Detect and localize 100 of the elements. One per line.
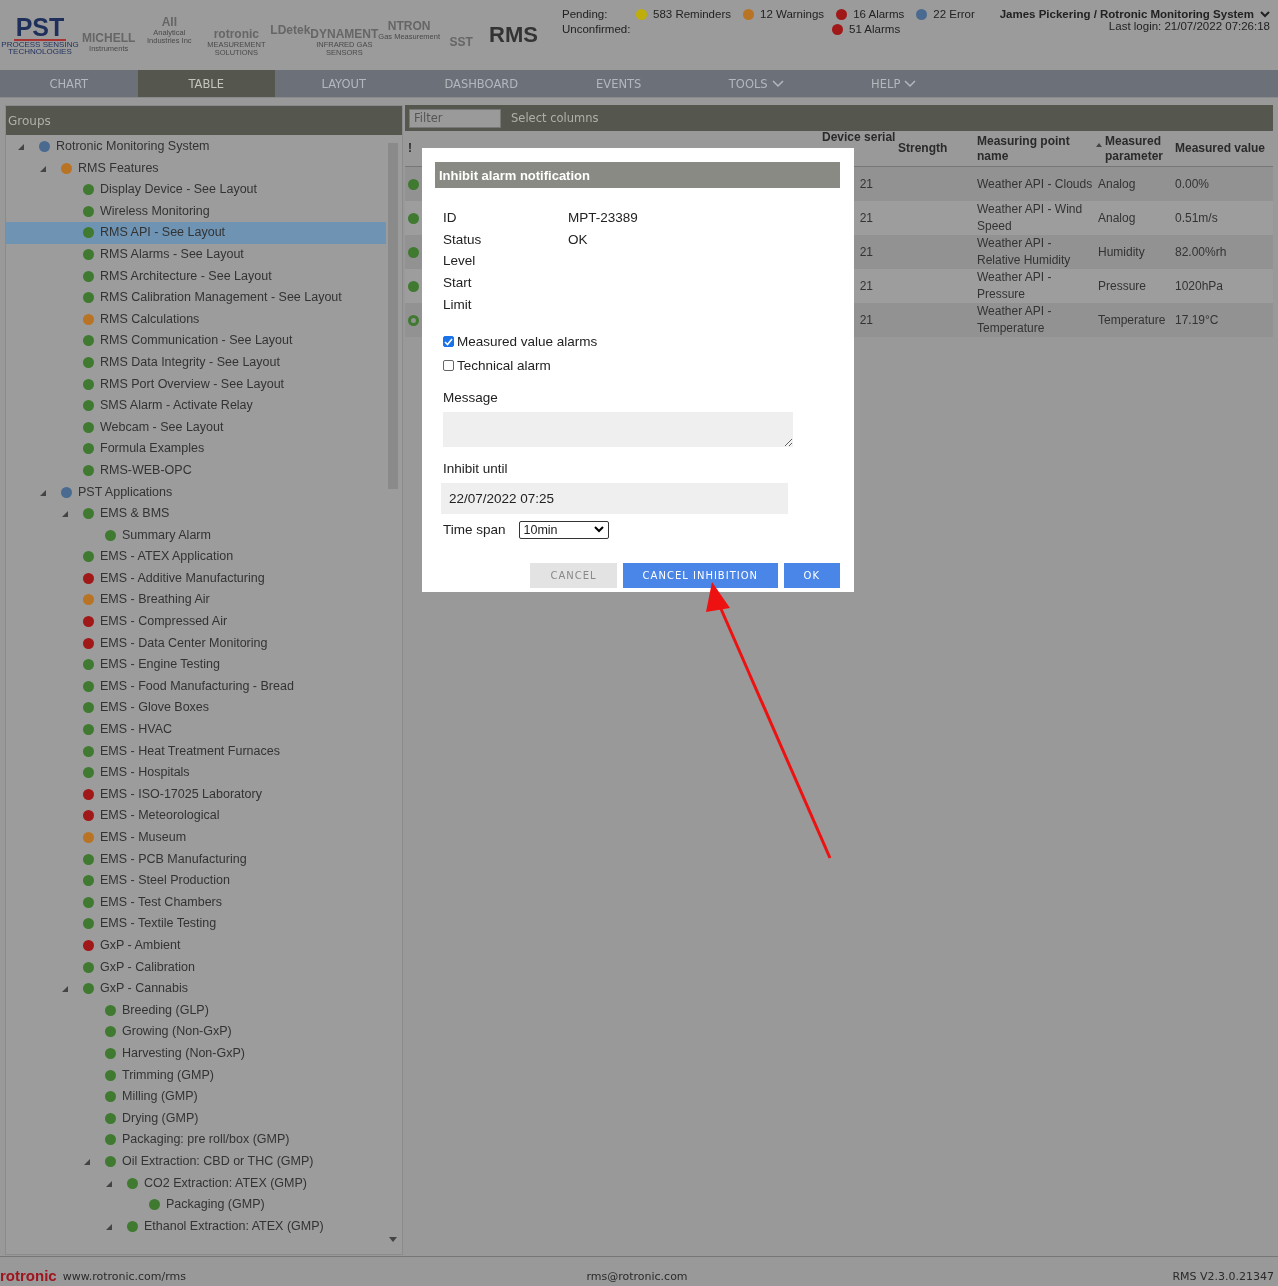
tree-item[interactable]: RMS Architecture - See Layout (6, 265, 386, 288)
status-count[interactable]: 16 Alarms (853, 8, 905, 20)
website-link[interactable]: www.rotronic.com/rms (62, 1270, 187, 1283)
expanded-icon[interactable] (105, 1222, 113, 1231)
checkbox[interactable] (443, 336, 454, 347)
tree-item[interactable]: EMS - Engine Testing (6, 654, 386, 676)
tree-item[interactable]: RMS Communication - See Layout (6, 330, 386, 352)
tree-item[interactable]: EMS - Heat Treatment Furnaces (6, 740, 386, 763)
tree-item[interactable]: EMS - ISO-17025 Laboratory (6, 783, 386, 806)
tree-item[interactable]: Rotronic Monitoring System (6, 136, 386, 158)
expanded-icon[interactable] (61, 510, 69, 519)
tree-item[interactable]: EMS - Hospitals (6, 762, 386, 784)
expanded-icon[interactable] (83, 1157, 91, 1166)
app-title: RMS (489, 22, 538, 48)
status-count[interactable]: 583 Reminders (653, 8, 731, 20)
filter-field[interactable]: Filter (409, 108, 501, 128)
action-button[interactable]: CANCEL INHIBITION (623, 562, 778, 588)
user-name[interactable]: James Pickering / Rotronic Monitoring System (999, 8, 1254, 20)
tree-item[interactable]: EMS - Food Manufacturing - Bread (6, 675, 386, 698)
status-count[interactable]: 22 Error (933, 8, 975, 20)
email-link[interactable]: rms@rotronic.com (586, 1270, 688, 1283)
tree-item[interactable]: RMS Port Overview - See Layout (6, 373, 386, 396)
expanded-icon[interactable] (39, 488, 47, 497)
tree-item[interactable]: Drying (GMP) (6, 1107, 386, 1130)
nav-tab[interactable]: CHART (0, 70, 138, 97)
expanded-icon[interactable] (105, 1179, 113, 1188)
date-field[interactable]: 22/07/2022 07:25 (441, 482, 788, 514)
tree-item[interactable]: CO2 Extraction: ATEX (GMP) (6, 1172, 386, 1195)
tree-item[interactable]: Packaging: pre roll/box (GMP) (6, 1129, 386, 1151)
tree-item[interactable]: EMS & BMS (6, 503, 386, 525)
tree-item[interactable]: Trimming (GMP) (6, 1064, 386, 1087)
column-header[interactable]: Measured value (1172, 141, 1273, 156)
column-header[interactable]: ! (405, 141, 420, 156)
tree-item[interactable]: Webcam - See Layout (6, 416, 386, 439)
scroll-down-icon[interactable] (389, 1237, 397, 1242)
tree-item[interactable]: RMS-WEB-OPC (6, 459, 386, 482)
table-cell-text: Weather API - Relative Humidity (976, 235, 1072, 269)
column-header[interactable]: Strength (895, 141, 974, 156)
tree-item[interactable]: EMS - PCB Manufacturing (6, 848, 386, 871)
field-label: Level (443, 252, 477, 271)
expanded-icon[interactable] (17, 143, 25, 151)
column-header[interactable]: Device serial (820, 131, 895, 143)
field-label: Status (443, 230, 483, 249)
tree-item[interactable]: Milling (GMP) (6, 1086, 386, 1108)
tree-item[interactable]: Wireless Monitoring (6, 200, 386, 223)
tree-item[interactable]: EMS - Data Center Monitoring (6, 632, 386, 655)
tree-item[interactable]: Breeding (GLP) (6, 999, 386, 1022)
column-header[interactable]: Measuring point name (974, 134, 1095, 163)
tree-item[interactable]: Ethanol Extraction: ATEX (GMP) (6, 1215, 386, 1238)
tree-item[interactable]: EMS - Glove Boxes (6, 697, 386, 720)
tree-item[interactable]: RMS API - See Layout (6, 222, 386, 244)
nav-tab[interactable]: LAYOUT (275, 70, 413, 97)
nav-tab[interactable]: TABLE (137, 70, 275, 97)
tree-item[interactable]: Growing (Non-GxP) (6, 1021, 386, 1043)
table-cell-text: Weather API - Clouds (976, 175, 1094, 193)
tree-item[interactable]: RMS Calculations (6, 308, 386, 331)
column-header[interactable]: Measured parameter (1095, 134, 1172, 163)
status-count[interactable]: 51 Alarms (849, 23, 901, 35)
tree-item[interactable]: EMS - Textile Testing (6, 913, 386, 935)
table-cell-text: 0.51m/s (1174, 209, 1219, 227)
tree-item[interactable]: RMS Alarms - See Layout (6, 243, 386, 266)
tree-item[interactable]: PST Applications (6, 481, 386, 504)
tree-item[interactable]: RMS Calibration Management - See Layout (6, 287, 386, 309)
tree-item[interactable]: GxP - Ambient (6, 934, 386, 957)
tree-item[interactable]: EMS - Compressed Air (6, 611, 386, 633)
tree-item[interactable]: EMS - Breathing Air (6, 589, 386, 612)
nav-tab[interactable]: DASHBOARD (412, 70, 550, 97)
select-columns-link[interactable]: Select columns (511, 111, 599, 125)
expanded-icon[interactable] (39, 164, 47, 173)
tree-item[interactable]: EMS - Meteorological (6, 805, 386, 827)
tree-item[interactable]: RMS Data Integrity - See Layout (6, 351, 386, 374)
cancel-button[interactable]: CANCEL (530, 562, 618, 588)
tree-item[interactable]: EMS - Museum (6, 827, 386, 849)
tree-item[interactable]: EMS - HVAC (6, 719, 386, 741)
tree-item[interactable]: GxP - Cannabis (6, 978, 386, 1000)
company-logo: PST PROCESS SENSING TECHNOLOGIES (2, 15, 78, 55)
message-field[interactable] (443, 411, 793, 447)
tree-item[interactable]: EMS - Steel Production (6, 870, 386, 892)
expanded-icon[interactable] (61, 985, 69, 994)
caret-icon[interactable] (1260, 10, 1270, 18)
nav-tab[interactable]: TOOLS (687, 70, 825, 97)
nav-tab[interactable]: HELP (825, 70, 963, 97)
tree-item[interactable]: Harvesting (Non-GxP) (6, 1042, 386, 1065)
tree-item[interactable]: Summary Alarm (6, 524, 386, 547)
table-cell-text: 17.19°C (1174, 311, 1220, 329)
timespan-select[interactable]: 10min (518, 520, 609, 539)
nav-tab[interactable]: EVENTS (550, 70, 688, 97)
tree-item[interactable]: EMS - ATEX Application (6, 546, 386, 568)
tree-item[interactable]: SMS Alarm - Activate Relay (6, 395, 386, 417)
tree-item[interactable]: Packaging (GMP) (6, 1194, 386, 1216)
status-count[interactable]: 12 Warnings (760, 8, 825, 20)
tree-item[interactable]: GxP - Calibration (6, 956, 386, 979)
tree-item[interactable]: Oil Extraction: CBD or THC (GMP) (6, 1150, 386, 1173)
tree-item[interactable]: EMS - Test Chambers (6, 891, 386, 914)
tree-item[interactable]: Formula Examples (6, 438, 386, 460)
tree-item[interactable]: EMS - Additive Manufacturing (6, 567, 386, 590)
tree-item[interactable]: RMS Features (6, 157, 386, 180)
checkbox[interactable] (443, 360, 454, 371)
tree-item[interactable]: Display Device - See Layout (6, 179, 386, 201)
action-button[interactable]: OK (783, 562, 840, 588)
